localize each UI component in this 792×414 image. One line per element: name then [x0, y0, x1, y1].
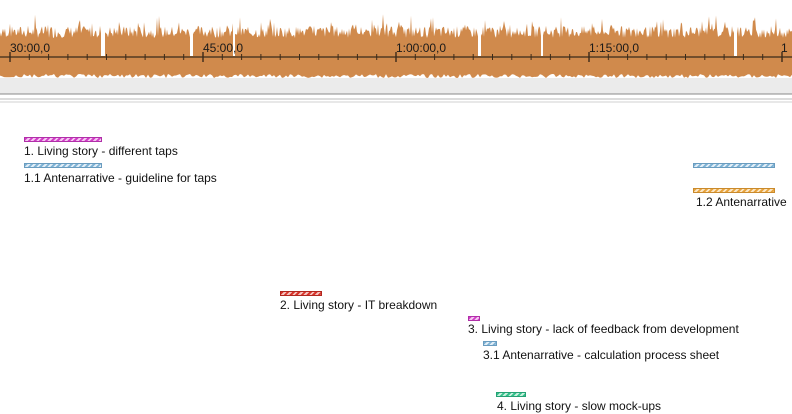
code-label[interactable]: 1.1 Antenarrative - guideline for taps: [24, 171, 217, 185]
code-stripe[interactable]: [468, 316, 480, 321]
audio-waveform-timeline[interactable]: 30:00,0 45:00,0 1:00:00,0 1:15:00,0 1: [0, 0, 792, 110]
code-label[interactable]: 3. Living story - lack of feedback from …: [468, 322, 739, 336]
code-stripe[interactable]: [280, 291, 322, 296]
waveform-graphic[interactable]: [0, 0, 792, 110]
code-label[interactable]: 1. Living story - different taps: [24, 144, 178, 158]
timeline-label: 1:15:00,0: [589, 41, 640, 55]
code-stripe[interactable]: [24, 137, 102, 142]
code-stripe[interactable]: [496, 392, 526, 397]
code-stripe[interactable]: [24, 163, 102, 168]
track-lane: [0, 78, 792, 94]
code-label[interactable]: 4. Living story - slow mock-ups: [497, 399, 661, 413]
code-label[interactable]: 2. Living story - IT breakdown: [280, 298, 437, 312]
code-label[interactable]: 1.2 Antenarrative: [696, 195, 787, 209]
code-stripe[interactable]: [483, 341, 497, 346]
timeline-label: 1:00:00,0: [396, 41, 447, 55]
timeline-label: 45:00,0: [203, 41, 244, 55]
code-stripe[interactable]: [693, 188, 775, 193]
code-stripe[interactable]: [693, 163, 775, 168]
timeline-label: 30:00,0: [10, 41, 51, 55]
timeline-label: 1: [781, 41, 788, 55]
code-label[interactable]: 3.1 Antenarrative - calculation process …: [483, 348, 719, 362]
